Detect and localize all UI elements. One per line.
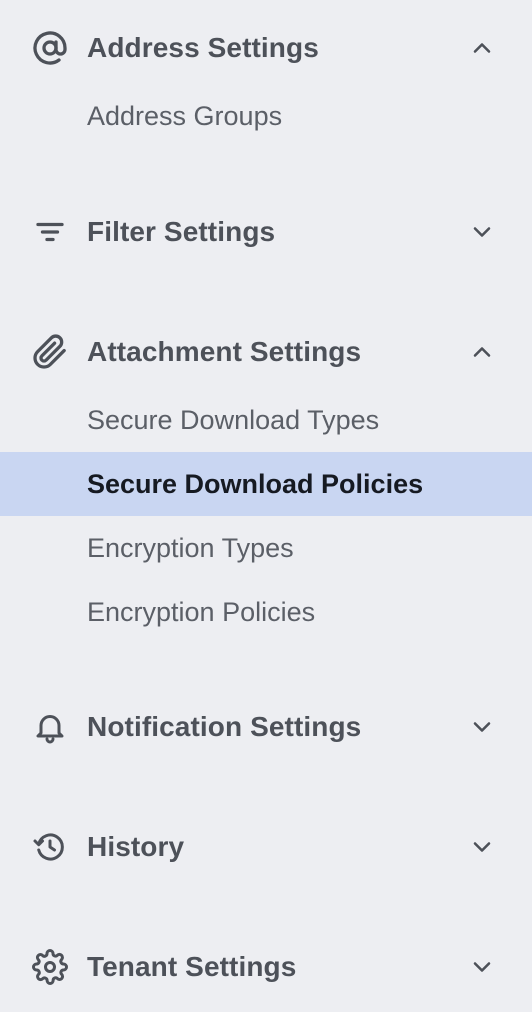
- paperclip-icon: [32, 334, 68, 370]
- section-label: Address Settings: [87, 32, 319, 63]
- chevron-down-icon[interactable]: [468, 833, 496, 861]
- gear-icon: [32, 949, 68, 985]
- section-header-filter-settings[interactable]: Filter Settings: [0, 204, 532, 260]
- section-header-tenant-settings[interactable]: Tenant Settings: [0, 939, 532, 995]
- settings-sidebar-nav: Address Settings Address Groups Filter S…: [0, 0, 532, 1012]
- section-label: History: [87, 831, 185, 862]
- chevron-down-icon[interactable]: [468, 953, 496, 981]
- sidebar-item-label: Encryption Policies: [87, 596, 316, 627]
- section-header-attachment-settings[interactable]: Attachment Settings: [0, 324, 532, 380]
- bell-icon: [32, 709, 68, 745]
- sidebar-item-secure-download-types[interactable]: Secure Download Types: [0, 388, 532, 452]
- sidebar-item-encryption-types[interactable]: Encryption Types: [0, 516, 532, 580]
- at-sign-icon: [32, 30, 68, 66]
- section-label: Notification Settings: [87, 711, 362, 742]
- section-label: Attachment Settings: [87, 336, 362, 367]
- section-label: Tenant Settings: [87, 951, 297, 982]
- sidebar-item-label: Secure Download Policies: [87, 468, 424, 499]
- section-header-history[interactable]: History: [0, 819, 532, 875]
- sidebar-item-encryption-policies[interactable]: Encryption Policies: [0, 580, 532, 644]
- sidebar-item-label: Encryption Types: [87, 532, 294, 563]
- section-label: Filter Settings: [87, 216, 276, 247]
- section-header-notification-settings[interactable]: Notification Settings: [0, 699, 532, 755]
- chevron-down-icon[interactable]: [468, 218, 496, 246]
- chevron-down-icon[interactable]: [468, 713, 496, 741]
- sidebar-item-label: Address Groups: [87, 100, 283, 131]
- filter-icon: [32, 214, 68, 250]
- chevron-up-icon[interactable]: [468, 338, 496, 366]
- sidebar-item-secure-download-policies[interactable]: Secure Download Policies: [0, 452, 532, 516]
- section-header-address-settings[interactable]: Address Settings: [0, 20, 532, 76]
- history-icon: [32, 829, 68, 865]
- sidebar-item-address-groups[interactable]: Address Groups: [0, 84, 532, 148]
- sidebar-item-label: Secure Download Types: [87, 404, 380, 435]
- chevron-up-icon[interactable]: [468, 34, 496, 62]
